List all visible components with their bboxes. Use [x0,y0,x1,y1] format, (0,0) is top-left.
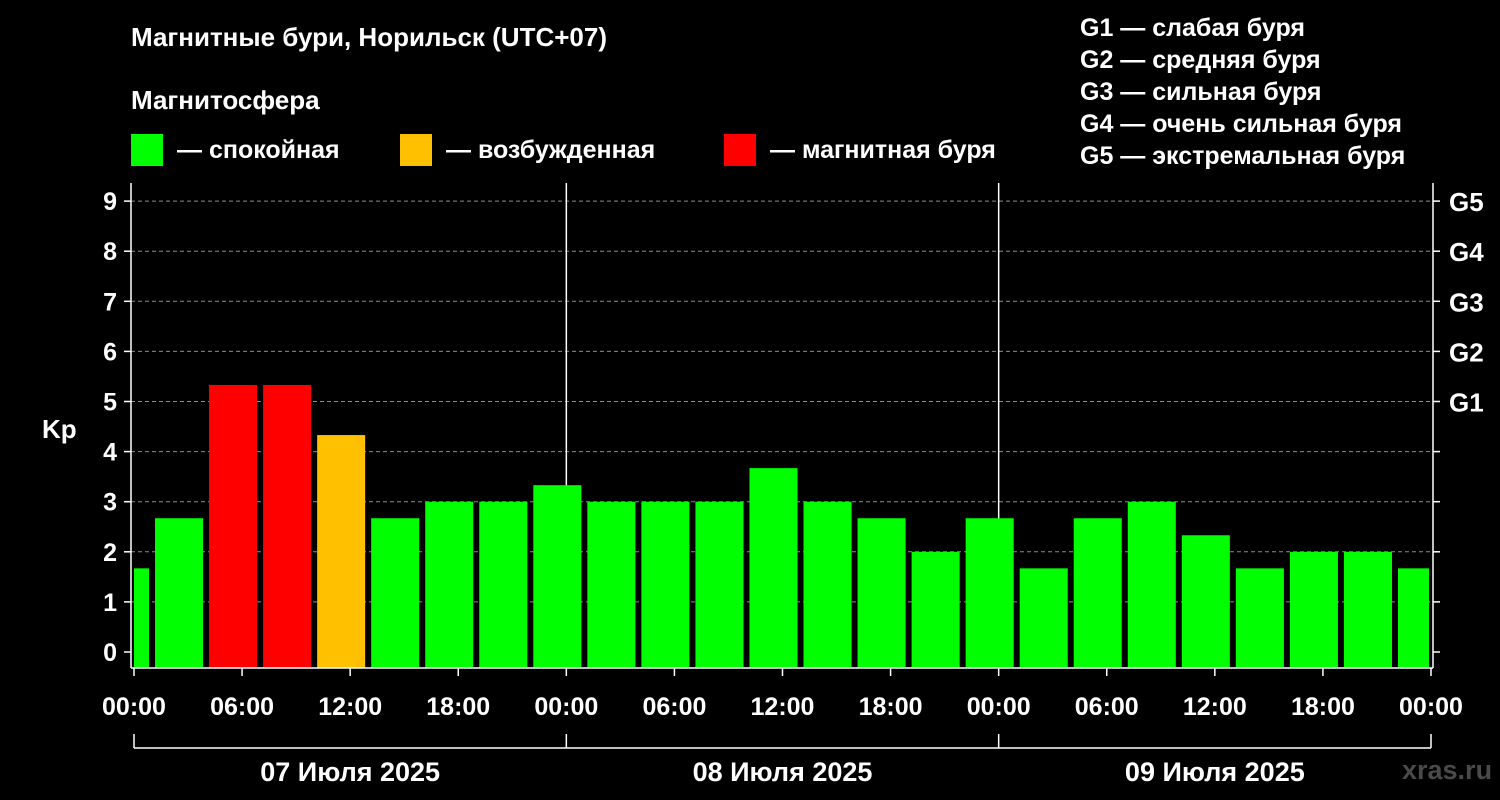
y-tick-label-1: 1 [103,589,117,617]
bar-3 [263,384,312,668]
y-tick-label-0: 0 [103,639,117,667]
watermark: xras.ru [1402,755,1493,785]
x-tick-label-7: 18:00 [859,693,923,721]
x-tick-label-3: 18:00 [426,693,490,721]
x-tick-label-4: 00:00 [534,693,598,721]
right-tick-label-g1: G1 [1449,388,1484,418]
bar-17 [1019,568,1068,668]
right-tick-label-g4: G4 [1449,237,1484,267]
bar-18 [1073,518,1122,668]
bar-2 [209,384,258,668]
x-tick-label-6: 12:00 [751,693,815,721]
kp-bar-chart: 0 1 2 3 4 5 6 7 8 9 G1 G2 G3 G4 G5 Kp 00:00 06:00 12:00 18:… [42,183,1484,787]
y-tick-label-2: 2 [103,539,117,567]
bar-13 [803,501,852,668]
bar-6 [425,501,474,668]
x-tick-label-1: 06:00 [210,693,274,721]
x-tick-label-11: 18:00 [1291,693,1355,721]
y-tick-label-9: 9 [103,188,117,216]
x-tick-label-0: 00:00 [102,693,166,721]
y-axis-label: Kp [42,414,77,444]
y-tick-label-3: 3 [103,489,117,517]
bar-15 [911,551,960,668]
right-tick-label-g5: G5 [1449,187,1484,217]
day-label-0: 07 Июля 2025 [260,757,440,787]
x-tick-label-10: 12:00 [1183,693,1247,721]
bar-19 [1127,501,1176,668]
bar-20 [1181,535,1230,668]
bar-16 [965,518,1014,668]
bar-10 [641,501,690,668]
bar-23 [1343,551,1392,668]
y-tick-label-5: 5 [103,389,117,417]
bar-14 [857,518,906,668]
y-tick-label-8: 8 [103,238,117,266]
x-tick-label-5: 06:00 [642,693,706,721]
x-tick-label-12: 00:00 [1399,693,1463,721]
bar-9 [587,501,636,668]
bar-1 [155,518,204,668]
x-tick-label-8: 00:00 [967,693,1031,721]
bar-21 [1235,568,1284,668]
y-tick-label-7: 7 [103,288,117,316]
bar-12 [749,468,798,668]
y-tick-label-6: 6 [103,338,117,366]
bar-22 [1289,551,1338,668]
day-label-2: 09 Июля 2025 [1125,757,1305,787]
bar-7 [479,501,528,668]
y-tick-label-4: 4 [103,439,117,467]
bar-5 [371,518,420,668]
right-tick-label-g3: G3 [1449,287,1484,317]
right-tick-label-g2: G2 [1449,337,1484,367]
bar-8 [533,485,582,668]
x-tick-label-9: 06:00 [1075,693,1139,721]
bar-4 [317,435,366,668]
bar-11 [695,501,744,668]
x-tick-label-2: 12:00 [318,693,382,721]
bar-24 [1397,568,1429,668]
bar-0 [134,568,150,668]
day-label-1: 08 Июля 2025 [693,757,873,787]
